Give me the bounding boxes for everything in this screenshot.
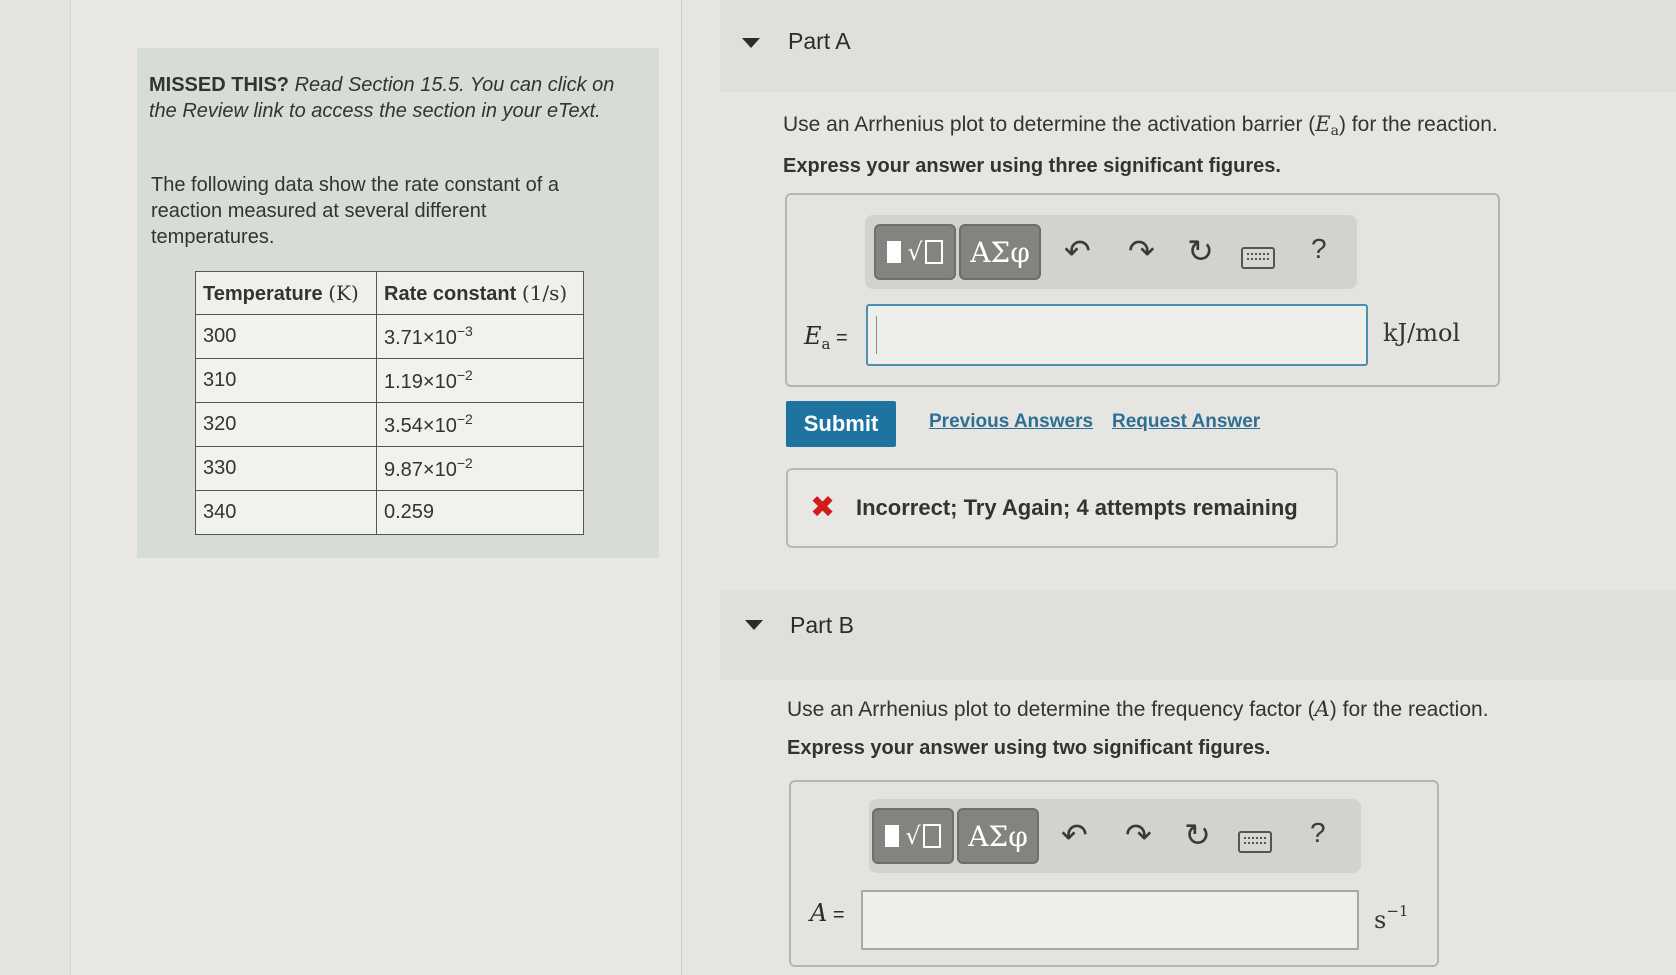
part-a-variable-label: Ea = bbox=[804, 322, 848, 353]
part-b-title: Part B bbox=[790, 612, 854, 638]
temperature-cell: 310 bbox=[195, 358, 377, 403]
equals-sign: = bbox=[830, 327, 848, 349]
header-rate-label: Rate constant bbox=[384, 282, 517, 305]
temperature-cell: 330 bbox=[195, 446, 377, 491]
radical-icon: √ bbox=[907, 238, 923, 266]
feedback-message: Incorrect; Try Again; 4 attempts remaini… bbox=[856, 495, 1298, 520]
collapse-triangle-icon[interactable] bbox=[742, 38, 760, 48]
header-rate-unit: (1/s) bbox=[521, 280, 568, 305]
part-a-question-sub: a bbox=[1330, 123, 1339, 139]
collapse-triangle-icon[interactable] bbox=[745, 620, 763, 630]
part-a-question-var: E bbox=[1315, 112, 1331, 136]
header-temperature-unit: (K) bbox=[328, 280, 359, 305]
help-icon[interactable]: ? bbox=[1311, 233, 1327, 265]
redo-icon[interactable]: ↷ bbox=[1128, 233, 1155, 269]
column-header-rate-constant: Rate constant (1/s) bbox=[376, 271, 584, 315]
rate-mantissa: 3.54×10 bbox=[384, 415, 457, 437]
error-x-icon: ✖ bbox=[810, 491, 836, 524]
missed-this-note: MISSED THIS? Read Section 15.5. You can … bbox=[149, 72, 619, 124]
rate-constant-cell: 3.71×10−3 bbox=[376, 314, 584, 359]
problem-info-box: MISSED THIS? Read Section 15.5. You can … bbox=[137, 48, 659, 558]
temperature-cell: 300 bbox=[195, 314, 377, 359]
table-row: 330 9.87×10−2 bbox=[195, 446, 584, 491]
rate-exponent: −2 bbox=[456, 455, 473, 471]
temperature-cell: 320 bbox=[195, 402, 377, 447]
rate-data-table: Temperature (K) Rate constant (1/s) 300 … bbox=[195, 271, 584, 535]
undo-icon[interactable]: ↶ bbox=[1064, 233, 1091, 269]
part-a-question: Use an Arrhenius plot to determine the a… bbox=[783, 112, 1498, 139]
templates-button[interactable]: √ bbox=[874, 224, 956, 280]
template-box-icon bbox=[924, 240, 943, 264]
reset-icon[interactable]: ↻ bbox=[1187, 233, 1214, 269]
template-box-icon bbox=[922, 824, 941, 848]
help-icon[interactable]: ? bbox=[1310, 817, 1326, 849]
header-temperature-label: Temperature bbox=[203, 282, 323, 305]
rate-mantissa: 3.71×10 bbox=[384, 327, 457, 349]
table-row: 310 1.19×10−2 bbox=[195, 358, 584, 403]
greek-symbols-button[interactable]: ΑΣφ bbox=[957, 808, 1039, 864]
unit-exponent: −1 bbox=[1386, 902, 1409, 920]
text-caret bbox=[876, 316, 877, 354]
part-a-header[interactable]: Part A bbox=[720, 0, 1676, 92]
rate-exponent: −2 bbox=[456, 367, 473, 383]
part-b-question: Use an Arrhenius plot to determine the f… bbox=[787, 697, 1489, 722]
table-row: 300 3.71×10−3 bbox=[195, 314, 584, 359]
unit-base: s bbox=[1374, 906, 1387, 934]
column-header-temperature: Temperature (K) bbox=[195, 271, 377, 315]
temperature-cell: 340 bbox=[195, 490, 377, 535]
rate-constant-cell: 1.19×10−2 bbox=[376, 358, 584, 403]
radical-icon: √ bbox=[905, 822, 921, 850]
rate-exponent: −3 bbox=[456, 323, 473, 339]
redo-icon[interactable]: ↷ bbox=[1125, 817, 1152, 853]
part-b-variable-label: A = bbox=[810, 899, 845, 927]
part-b-header[interactable]: Part B bbox=[720, 590, 1676, 680]
part-a-question-post: ) for the reaction. bbox=[1338, 113, 1498, 136]
table-header-row: Temperature (K) Rate constant (1/s) bbox=[195, 271, 584, 315]
submit-button[interactable]: Submit bbox=[786, 401, 896, 447]
part-b-answer-box: √ ΑΣφ ↶ ↷ ↻ ? A = s−1 bbox=[789, 780, 1439, 967]
part-a-title: Part A bbox=[788, 28, 851, 54]
missed-this-label: MISSED THIS? bbox=[149, 74, 290, 96]
feedback-box: ✖ Incorrect; Try Again; 4 attempts remai… bbox=[786, 468, 1338, 548]
greek-symbols-button[interactable]: ΑΣφ bbox=[959, 224, 1041, 280]
request-answer-link[interactable]: Request Answer bbox=[1112, 411, 1260, 433]
equals-sign: = bbox=[827, 904, 845, 926]
part-b-question-var: A bbox=[1314, 697, 1330, 721]
templates-button[interactable]: √ bbox=[872, 808, 954, 864]
rate-constant-cell: 3.54×10−2 bbox=[376, 402, 584, 447]
problem-lead-text: The following data show the rate constan… bbox=[151, 174, 560, 248]
rate-mantissa: 0.259 bbox=[384, 501, 435, 523]
part-a-answer-box: √ ΑΣφ ↶ ↷ ↻ ? Ea = kJ/mol bbox=[785, 193, 1500, 387]
var-letter: A bbox=[810, 899, 828, 927]
part-a-answer-input[interactable] bbox=[866, 304, 1368, 366]
previous-answers-link[interactable]: Previous Answers bbox=[929, 411, 1093, 433]
part-b-instruction: Express your answer using two significan… bbox=[787, 737, 1271, 759]
template-block-icon bbox=[887, 241, 902, 263]
undo-icon[interactable]: ↶ bbox=[1061, 817, 1088, 853]
part-b-question-post: ) for the reaction. bbox=[1329, 698, 1489, 721]
part-a-math-toolbar: √ ΑΣφ ↶ ↷ ↻ ? bbox=[865, 215, 1357, 289]
table-row: 320 3.54×10−2 bbox=[195, 402, 584, 447]
rate-mantissa: 1.19×10 bbox=[384, 371, 457, 393]
reset-icon[interactable]: ↻ bbox=[1184, 817, 1211, 853]
rate-mantissa: 9.87×10 bbox=[384, 459, 457, 481]
part-b-answer-input[interactable] bbox=[861, 890, 1359, 950]
var-letter: E bbox=[804, 322, 822, 350]
template-block-icon bbox=[885, 825, 900, 847]
rate-constant-cell: 9.87×10−2 bbox=[376, 446, 584, 491]
part-b-unit: s−1 bbox=[1374, 902, 1408, 934]
keyboard-icon[interactable] bbox=[1238, 831, 1272, 853]
rate-constant-cell: 0.259 bbox=[376, 490, 584, 535]
part-b-math-toolbar: √ ΑΣφ ↶ ↷ ↻ ? bbox=[869, 799, 1361, 873]
part-b-question-pre: Use an Arrhenius plot to determine the f… bbox=[787, 698, 1315, 721]
rate-exponent: −2 bbox=[456, 411, 473, 427]
table-row: 340 0.259 bbox=[195, 490, 584, 535]
part-a-unit: kJ/mol bbox=[1383, 319, 1461, 347]
keyboard-icon[interactable] bbox=[1241, 247, 1275, 269]
part-a-question-pre: Use an Arrhenius plot to determine the a… bbox=[783, 113, 1316, 136]
part-a-instruction: Express your answer using three signific… bbox=[783, 155, 1281, 177]
